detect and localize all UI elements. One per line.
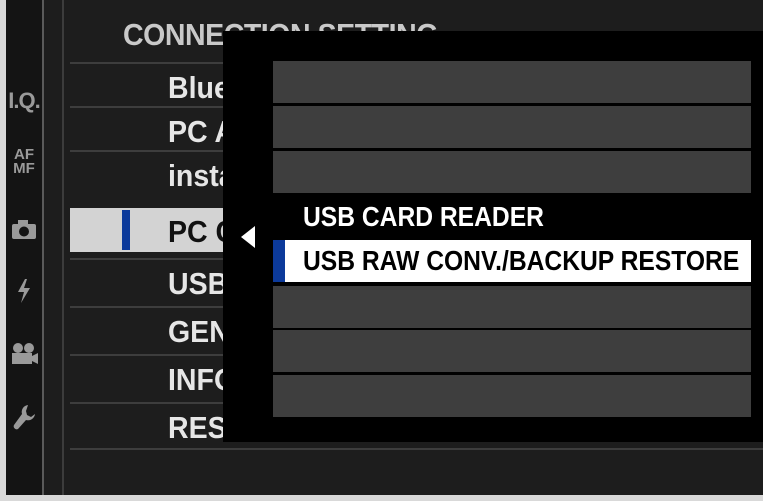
submenu-option[interactable] bbox=[273, 286, 751, 328]
flash-icon[interactable] bbox=[6, 278, 42, 309]
menu-item-label: USB bbox=[168, 266, 229, 301]
divider bbox=[62, 0, 64, 495]
camera-icon[interactable] bbox=[6, 218, 42, 245]
mf-label: MF bbox=[13, 160, 35, 177]
back-arrow-icon[interactable] bbox=[241, 226, 255, 248]
divider bbox=[42, 0, 44, 495]
af-mf-icon[interactable]: AF MF bbox=[6, 147, 42, 177]
submenu-option[interactable] bbox=[273, 151, 751, 193]
submenu-option-label: USB CARD READER bbox=[303, 201, 544, 232]
menu-item-label: RES bbox=[168, 410, 227, 445]
selection-marker bbox=[122, 210, 130, 250]
screen-frame-bottom bbox=[0, 495, 763, 501]
submenu-option-usb-card-reader[interactable]: USB CARD READER bbox=[273, 196, 751, 238]
movie-icon[interactable] bbox=[6, 342, 42, 371]
submenu-option[interactable] bbox=[273, 106, 751, 148]
divider bbox=[70, 448, 763, 450]
wrench-icon[interactable] bbox=[6, 403, 42, 436]
iq-icon[interactable]: I.Q. bbox=[6, 88, 42, 114]
camera-glyph bbox=[12, 220, 36, 239]
submenu-option[interactable] bbox=[273, 330, 751, 372]
submenu-option[interactable] bbox=[273, 61, 751, 103]
menu-item-label: Blue bbox=[168, 70, 230, 105]
movie-glyph bbox=[12, 343, 38, 364]
submenu-option-label: USB RAW CONV./BACKUP RESTORE bbox=[303, 245, 740, 276]
submenu-option[interactable] bbox=[273, 375, 751, 417]
menu-item-label: GEN bbox=[168, 314, 230, 349]
flash-glyph bbox=[18, 279, 30, 303]
selection-marker bbox=[273, 240, 285, 282]
wrench-glyph bbox=[13, 405, 35, 430]
submenu-option-usb-raw-conv-backup-restore[interactable]: USB RAW CONV./BACKUP RESTORE bbox=[273, 240, 751, 282]
